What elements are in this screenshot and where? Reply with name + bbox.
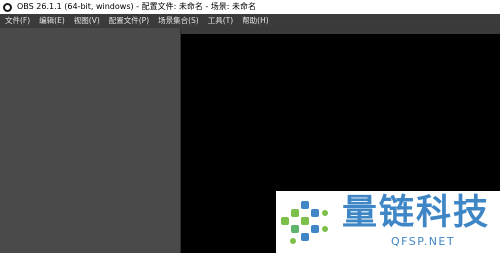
- menu-edit[interactable]: 编辑(E): [34, 14, 69, 28]
- obs-window: OBS 26.1.1 (64-bit, windows) - 配置文件: 未命名…: [0, 0, 500, 253]
- menu-file[interactable]: 文件(F): [0, 14, 34, 28]
- title-bar[interactable]: OBS 26.1.1 (64-bit, windows) - 配置文件: 未命名…: [0, 0, 500, 14]
- menu-help[interactable]: 帮助(H): [237, 14, 273, 28]
- brand-name: 量链科技: [342, 193, 491, 233]
- window-title: OBS 26.1.1 (64-bit, windows) - 配置文件: 未命名…: [17, 2, 257, 11]
- obs-logo-icon: [3, 2, 12, 12]
- menu-profile[interactable]: 配置文件(P): [104, 14, 153, 28]
- brand-url: QFSP.NET: [391, 235, 456, 248]
- menu-view[interactable]: 视图(V): [69, 14, 104, 28]
- menu-tools[interactable]: 工具(T): [203, 14, 237, 28]
- brand-logo-icon: [281, 201, 328, 244]
- left-panel: [0, 28, 180, 253]
- menu-bar: 文件(F) 编辑(E) 视图(V) 配置文件(P) 场景集合(S) 工具(T) …: [0, 14, 500, 28]
- menu-scene-collection[interactable]: 场景集合(S): [153, 14, 203, 28]
- watermark-overlay: 量链科技 QFSP.NET: [276, 191, 500, 253]
